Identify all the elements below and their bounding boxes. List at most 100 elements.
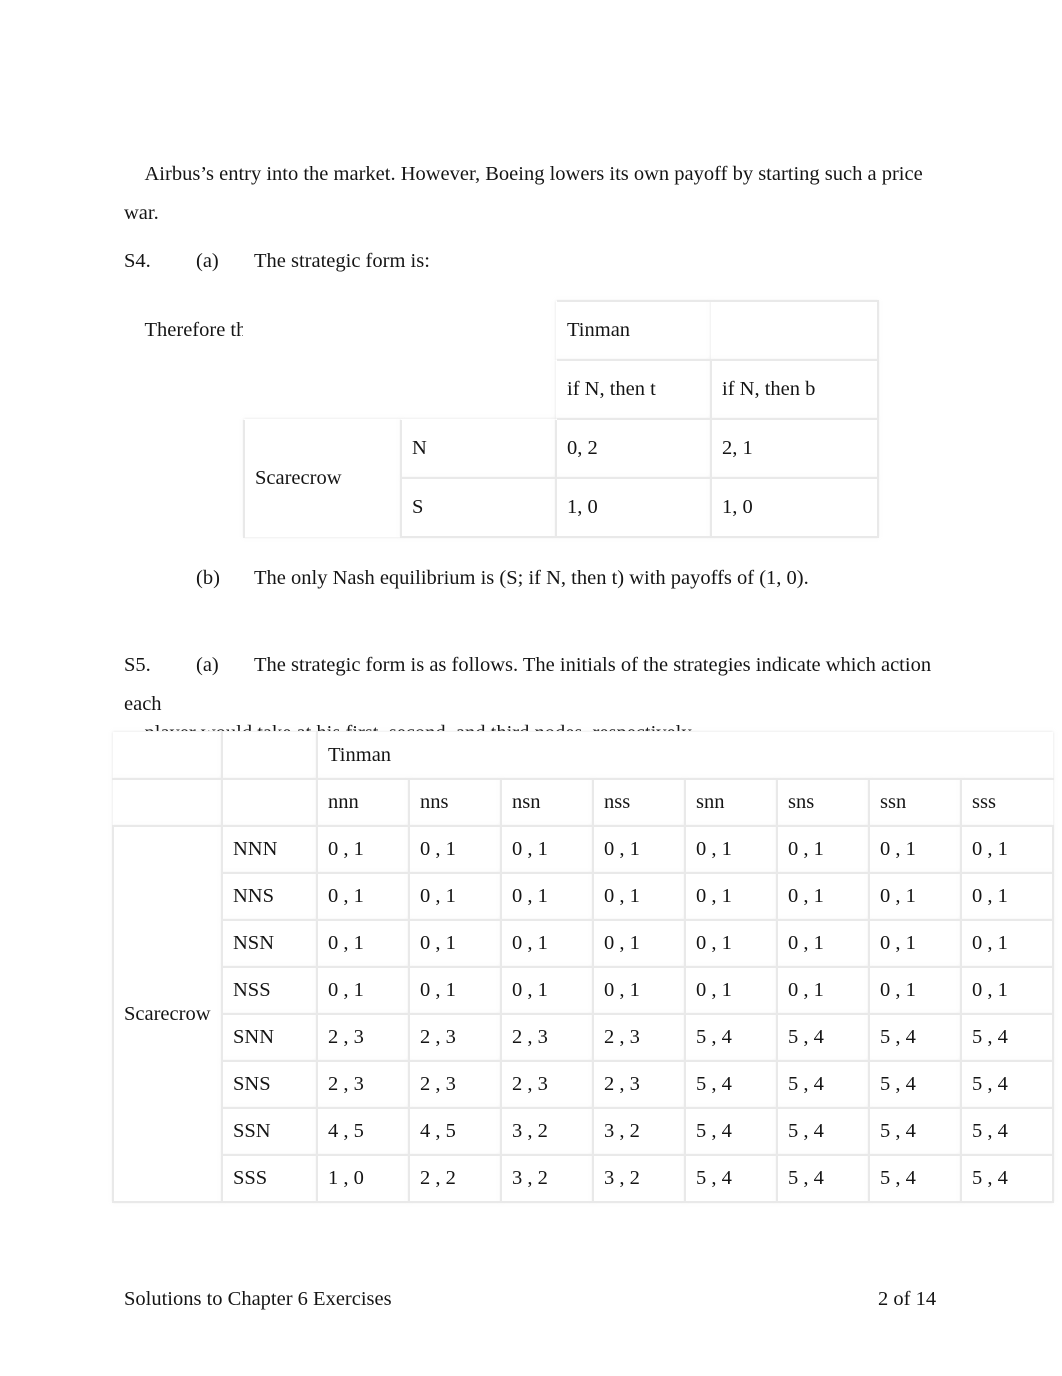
s5-cell-3-2: 0 , 1 (500, 966, 594, 1015)
s5-cell-4-6: 5 , 4 (868, 1013, 962, 1062)
s5-cell-5-5: 5 , 4 (776, 1060, 870, 1109)
s5-row-header-5: SNS (221, 1060, 318, 1109)
s5-row-header-6: SSN (221, 1107, 318, 1156)
s5-cell-1-4: 0 , 1 (684, 872, 778, 921)
s5-cell-6-4: 5 , 4 (684, 1107, 778, 1156)
s5-col-header-3: nss (592, 778, 686, 827)
s5-cell-6-1: 4 , 5 (408, 1107, 502, 1156)
corner-cell-blank-4 (221, 778, 318, 827)
s5-payoff-table: Tinman nnn nns nsn nss snn sns ssn sss S… (112, 731, 1054, 1203)
s5-col-header-7: sss (960, 778, 1053, 827)
s5-cell-1-3: 0 , 1 (592, 872, 686, 921)
s5-cell-1-0: 0 , 1 (316, 872, 410, 921)
s5-cell-3-4: 0 , 1 (684, 966, 778, 1015)
corner-cell-blank-3 (113, 778, 223, 827)
s4-col-header-1: if N, then b (710, 359, 879, 420)
table-row-column-headers: if N, then t if N, then b (244, 359, 879, 420)
s5-cell-4-4: 5 , 4 (684, 1013, 778, 1062)
s5-cell-3-1: 0 , 1 (408, 966, 502, 1015)
s5-col-header-1: nns (408, 778, 502, 827)
s5-row-header-4: SNN (221, 1013, 318, 1062)
s4-cell-0-1: 2, 1 (710, 418, 879, 479)
s4-column-player-label: Tinman (555, 300, 711, 361)
table-row-column-player: Tinman (244, 300, 879, 361)
s5-cell-5-7: 5 , 4 (960, 1060, 1054, 1109)
s5-cell-2-3: 0 , 1 (592, 919, 686, 968)
s5-cell-6-3: 3 , 2 (592, 1107, 686, 1156)
s5-cell-0-1: 0 , 1 (408, 825, 502, 874)
s5-row-player-label: Scarecrow (112, 825, 223, 1203)
s5-cell-0-5: 0 , 1 (776, 825, 870, 874)
s4-cell-1-1: 1, 0 (710, 477, 879, 538)
s4-number: S4. (124, 250, 151, 272)
s5-cell-4-7: 5 , 4 (960, 1013, 1054, 1062)
table-row: SSS 1 , 0 2 , 2 3 , 2 3 , 2 5 , 4 5 , 4 … (113, 1154, 1054, 1203)
s5-cell-5-0: 2 , 3 (316, 1060, 410, 1109)
corner-cell-blank-2 (401, 301, 556, 360)
s5-col-header-2: nsn (500, 778, 594, 827)
table-row-column-player: Tinman (113, 732, 1053, 780)
s5-cell-7-0: 1 , 0 (316, 1154, 410, 1203)
s5-cell-7-3: 3 , 2 (592, 1154, 686, 1203)
s5-cell-3-7: 0 , 1 (960, 966, 1054, 1015)
intro-line-1: Airbus’s entry into the market. However,… (124, 163, 928, 224)
s5-cell-7-6: 5 , 4 (868, 1154, 962, 1203)
s5-cell-5-4: 5 , 4 (684, 1060, 778, 1109)
s5-cell-6-0: 4 , 5 (316, 1107, 410, 1156)
s4-cell-0-0: 0, 2 (555, 418, 712, 479)
s5-cell-0-0: 0 , 1 (316, 825, 410, 874)
s5-row-header-7: SSS (221, 1154, 318, 1203)
s4-row-header-0: N (400, 418, 557, 479)
s5-cell-4-2: 2 , 3 (500, 1013, 594, 1062)
s5-col-header-0: nnn (316, 778, 410, 827)
corner-cell-blank-4 (401, 360, 556, 419)
s5-cell-7-2: 3 , 2 (500, 1154, 594, 1203)
document-page: Airbus’s entry into the market. However,… (0, 0, 1062, 1376)
s5-cell-2-2: 0 , 1 (500, 919, 594, 968)
s5-row-header-1: NNS (221, 872, 318, 921)
s5-cell-3-5: 0 , 1 (776, 966, 870, 1015)
table-row-column-headers: nnn nns nsn nss snn sns ssn sss (113, 778, 1053, 827)
table-row: NSS 0 , 1 0 , 1 0 , 1 0 , 1 0 , 1 0 , 1 … (113, 966, 1054, 1015)
s5-cell-0-6: 0 , 1 (868, 825, 962, 874)
s5-cell-5-6: 5 , 4 (868, 1060, 962, 1109)
s4-payoff-table: Tinman if N, then t if N, then b Scarecr… (243, 300, 879, 538)
s5-row-header-3: NSS (221, 966, 318, 1015)
s4-part-a-label: (a) (196, 250, 219, 272)
s5-cell-6-2: 3 , 2 (500, 1107, 594, 1156)
s5-row-header-0: NNN (221, 825, 318, 874)
s5-row-header-2: NSN (221, 919, 318, 968)
s4-part-b-label: (b) (196, 567, 220, 589)
s5-cell-1-6: 0 , 1 (868, 872, 962, 921)
s5-cell-1-1: 0 , 1 (408, 872, 502, 921)
s5-cell-5-2: 2 , 3 (500, 1060, 594, 1109)
s5-col-header-6: ssn (868, 778, 962, 827)
s5-cell-4-1: 2 , 3 (408, 1013, 502, 1062)
s4-col-header-0: if N, then t (555, 359, 712, 420)
s5-cell-4-0: 2 , 3 (316, 1013, 410, 1062)
s4-part-b-text: The only Nash equilibrium is (S; if N, t… (254, 567, 809, 589)
s5-col-header-5: sns (776, 778, 870, 827)
corner-cell-blank (244, 301, 401, 360)
table-row: SNS 2 , 3 2 , 3 2 , 3 2 , 3 5 , 4 5 , 4 … (113, 1060, 1054, 1109)
s4-part-b-heading: (b) The only Nash equilibrium is (S; if N… (124, 559, 809, 598)
s5-cell-6-6: 5 , 4 (868, 1107, 962, 1156)
s5-cell-3-6: 0 , 1 (868, 966, 962, 1015)
s5-cell-4-3: 2 , 3 (592, 1013, 686, 1062)
s4-column-player-span (711, 300, 879, 361)
s5-cell-4-5: 5 , 4 (776, 1013, 870, 1062)
s4-cell-1-0: 1, 0 (555, 477, 712, 538)
table-row: NSN 0 , 1 0 , 1 0 , 1 0 , 1 0 , 1 0 , 1 … (113, 919, 1054, 968)
s5-cell-0-3: 0 , 1 (592, 825, 686, 874)
s4-part-a-text: The strategic form is: (254, 250, 430, 272)
s5-cell-2-4: 0 , 1 (684, 919, 778, 968)
table-row: SNN 2 , 3 2 , 3 2 , 3 2 , 3 5 , 4 5 , 4 … (113, 1013, 1054, 1062)
s4-row-header-1: S (400, 477, 557, 538)
table-row: Scarecrow N 0, 2 2, 1 (243, 418, 879, 537)
corner-cell-blank (113, 732, 223, 780)
footer-title: Solutions to Chapter 6 Exercises (124, 1288, 392, 1310)
s5-cell-2-7: 0 , 1 (960, 919, 1054, 968)
s5-cell-0-7: 0 , 1 (960, 825, 1054, 874)
s5-cell-1-7: 0 , 1 (960, 872, 1054, 921)
s5-cell-1-2: 0 , 1 (500, 872, 594, 921)
